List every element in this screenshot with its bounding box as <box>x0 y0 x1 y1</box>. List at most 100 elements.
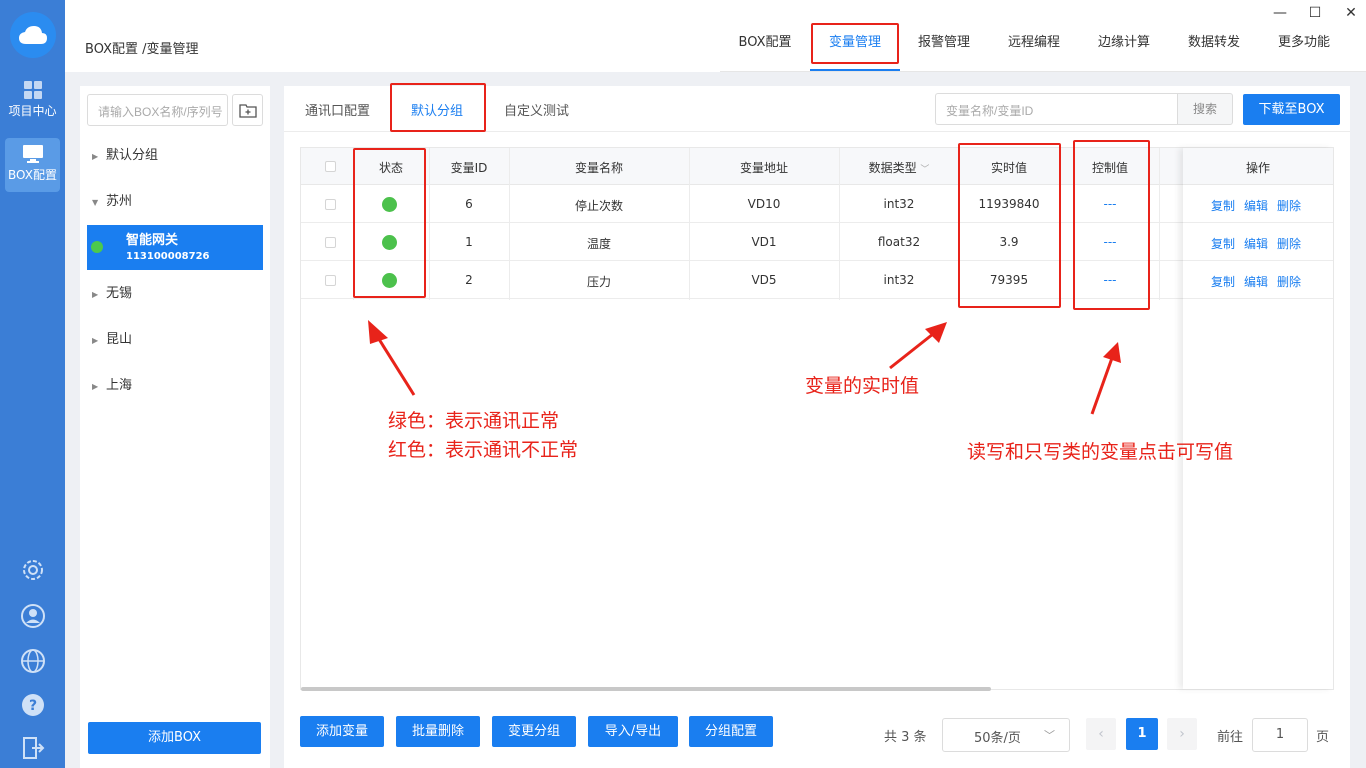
edit-link[interactable]: 编辑 <box>1244 197 1268 214</box>
monitor-icon <box>22 145 43 163</box>
change-group-button[interactable]: 变更分组 <box>492 716 576 747</box>
goto-page-input[interactable]: 1 <box>1252 718 1308 752</box>
annotation-control-value: 读写和只写类的变量点击可写值 <box>967 441 1234 463</box>
top-bar: BOX配置 /变量管理 BOX配置 变量管理 报警管理 远程编程 边缘计算 数据… <box>65 0 1366 72</box>
cell-var-address: VD1 <box>751 235 777 249</box>
add-variable-button[interactable]: 添加变量 <box>300 716 384 747</box>
subtab-port-config[interactable]: 通讯口配置 <box>305 100 370 119</box>
highlight-control-column <box>1073 140 1150 310</box>
highlight-status-column <box>353 148 426 298</box>
status-dot <box>91 241 103 253</box>
cell-var-name: 压力 <box>586 275 611 289</box>
copy-link[interactable]: 复制 <box>1211 273 1235 290</box>
col-var-id: 变量ID <box>450 161 488 175</box>
total-count: 共 3 条 <box>884 730 927 745</box>
help-icon[interactable]: ? <box>20 692 46 718</box>
chevron-down-icon: ﹀ <box>1044 729 1055 742</box>
variable-search-input[interactable]: 变量名称/变量ID <box>935 93 1177 125</box>
page-number-current[interactable]: 1 <box>1126 718 1158 750</box>
cell-var-name: 停止次数 <box>574 199 623 213</box>
row-checkbox[interactable] <box>325 275 336 286</box>
add-box-button[interactable]: 添加BOX <box>88 722 261 754</box>
col-var-name: 变量名称 <box>574 161 623 175</box>
tab-more-functions[interactable]: 更多功能 <box>1277 34 1331 72</box>
edit-link[interactable]: 编辑 <box>1244 273 1268 290</box>
annotation-status-green: 绿色：表示通讯正常 <box>388 410 560 432</box>
delete-link[interactable]: 删除 <box>1277 273 1301 290</box>
col-data-type[interactable]: 数据类型 ﹀ <box>839 159 959 176</box>
caret-right-icon: ▶ <box>92 336 99 345</box>
highlight-tab-variable-management <box>811 23 899 64</box>
tab-alarm-management[interactable]: 报警管理 <box>917 34 971 72</box>
col-var-address: 变量地址 <box>739 161 788 175</box>
tree-group-shanghai[interactable]: ▶ 上海 <box>92 374 132 393</box>
globe-icon[interactable] <box>20 648 46 674</box>
prev-page-button[interactable]: ‹ <box>1086 718 1116 750</box>
tree-group-suzhou[interactable]: ▼ 苏州 <box>92 190 132 209</box>
caret-right-icon: ▶ <box>92 290 99 299</box>
tree-group-wuxi[interactable]: ▶ 无锡 <box>92 282 132 301</box>
maximize-icon[interactable]: ☐ <box>1306 4 1324 22</box>
page-size-select[interactable]: 50条/页 ﹀ <box>942 718 1070 752</box>
delete-link[interactable]: 删除 <box>1277 235 1301 252</box>
settings-icon[interactable] <box>20 557 46 583</box>
box-search-input[interactable]: 请输入BOX名称/序列号 <box>87 94 228 126</box>
row-checkbox[interactable] <box>325 237 336 248</box>
col-actions: 操作 <box>1245 161 1270 175</box>
breadcrumb: BOX配置 /变量管理 <box>85 42 199 57</box>
horizontal-scrollbar[interactable] <box>301 687 991 691</box>
col-divider <box>1159 148 1160 300</box>
page-unit-label: 页 <box>1316 730 1330 745</box>
nav-project-center[interactable]: 项目中心 <box>5 74 60 128</box>
row-divider <box>301 298 1333 299</box>
close-icon[interactable]: ✕ <box>1342 4 1360 22</box>
add-folder-icon[interactable] <box>232 94 263 126</box>
next-page-button[interactable]: › <box>1167 718 1197 750</box>
search-button[interactable]: 搜索 <box>1177 93 1233 125</box>
row-checkbox[interactable] <box>325 199 336 210</box>
user-icon[interactable] <box>20 603 46 629</box>
box-tree-panel: 请输入BOX名称/序列号 ▶ 默认分组 ▼ 苏州 智能网关 113100008726… <box>80 86 270 768</box>
cell-var-id: 1 <box>465 235 473 249</box>
tab-edge-computing[interactable]: 边缘计算 <box>1097 34 1151 72</box>
highlight-subtab-default-group <box>390 83 486 132</box>
annotation-status-red: 红色：表示通讯不正常 <box>388 439 579 461</box>
nav-divider <box>720 71 1366 72</box>
import-export-button[interactable]: 导入/导出 <box>588 716 678 747</box>
goto-label: 前往 <box>1217 730 1244 745</box>
tab-data-forwarding[interactable]: 数据转发 <box>1187 34 1241 72</box>
caret-down-icon: ▼ <box>92 198 99 207</box>
annotation-realtime-value: 变量的实时值 <box>805 375 920 397</box>
nav-label: BOX配置 <box>8 168 57 182</box>
tab-remote-programming[interactable]: 远程编程 <box>1007 34 1061 72</box>
highlight-realtime-column <box>958 143 1061 308</box>
batch-delete-button[interactable]: 批量删除 <box>396 716 480 747</box>
select-all-checkbox[interactable] <box>325 161 336 172</box>
left-rail: 项目中心 BOX配置 ? <box>0 0 65 768</box>
cell-var-name: 温度 <box>586 237 611 251</box>
cell-var-address: VD10 <box>747 197 781 211</box>
tab-box-config[interactable]: BOX配置 <box>738 34 792 72</box>
caret-right-icon: ▶ <box>92 152 99 161</box>
device-name: 智能网关 <box>126 233 179 248</box>
download-to-box-button[interactable]: 下载至BOX <box>1243 94 1340 125</box>
edit-link[interactable]: 编辑 <box>1244 235 1268 252</box>
svg-text:?: ? <box>29 698 37 714</box>
tree-group-default[interactable]: ▶ 默认分组 <box>92 144 158 163</box>
caret-right-icon: ▶ <box>92 382 99 391</box>
device-serial: 113100008726 <box>126 251 210 262</box>
subtab-custom-test[interactable]: 自定义测试 <box>504 100 569 119</box>
cell-data-type: float32 <box>877 235 921 249</box>
nav-label: 项目中心 <box>8 104 57 118</box>
copy-link[interactable]: 复制 <box>1211 197 1235 214</box>
logout-icon[interactable] <box>20 735 46 761</box>
nav-box-config[interactable]: BOX配置 <box>5 138 60 192</box>
copy-link[interactable]: 复制 <box>1211 235 1235 252</box>
tree-device-gateway[interactable]: 智能网关 113100008726 <box>87 225 263 270</box>
grid-icon <box>23 81 42 99</box>
tree-group-kunshan[interactable]: ▶ 昆山 <box>92 328 132 347</box>
delete-link[interactable]: 删除 <box>1277 197 1301 214</box>
group-config-button[interactable]: 分组配置 <box>689 716 773 747</box>
minimize-icon[interactable]: — <box>1271 4 1289 22</box>
cell-data-type: int32 <box>883 273 915 287</box>
